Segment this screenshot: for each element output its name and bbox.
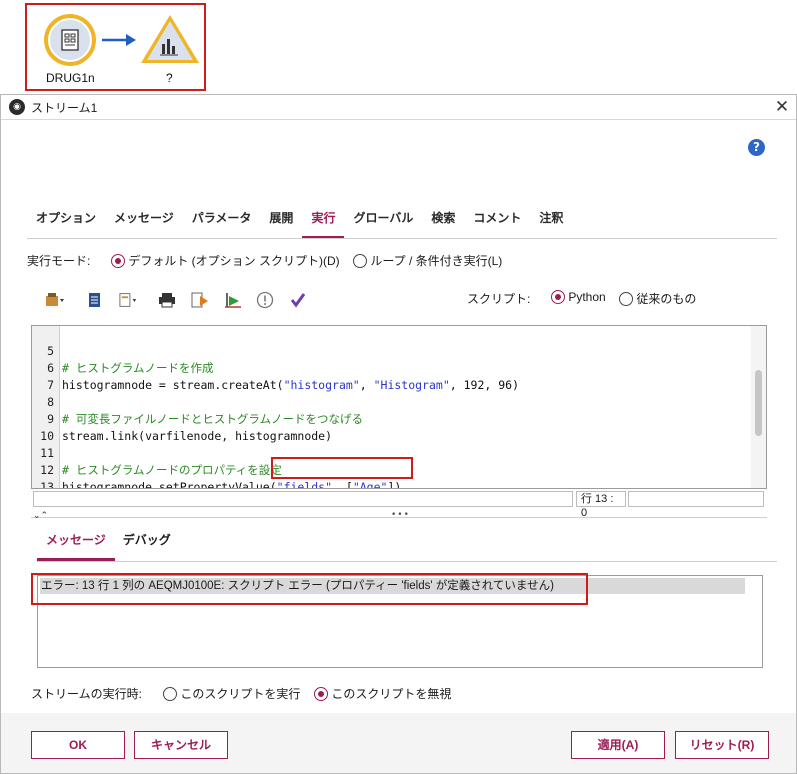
- tab-debug[interactable]: デバッグ: [123, 527, 180, 561]
- exec-default-radio[interactable]: [111, 254, 125, 268]
- print-icon[interactable]: [157, 291, 177, 309]
- import-script-icon[interactable]: [45, 291, 65, 309]
- dialog-title: ストリーム1: [31, 101, 98, 115]
- tab-deploy[interactable]: 展開: [260, 205, 302, 239]
- reset-button[interactable]: リセット(R): [675, 731, 769, 759]
- close-button[interactable]: ✕: [771, 96, 793, 118]
- run-script-label: このスクリプトを実行: [180, 687, 301, 701]
- help-icon[interactable]: ?: [748, 139, 765, 156]
- tab-options[interactable]: オプション: [27, 205, 105, 239]
- tabs-divider: [27, 238, 777, 239]
- exec-default-label: デフォルト (オプション スクリプト)(D): [128, 254, 340, 268]
- tab-comments[interactable]: コメント: [464, 205, 530, 239]
- cursor-position: 行 13 : 0: [576, 491, 626, 519]
- legacy-radio[interactable]: [619, 292, 633, 306]
- tab-messages[interactable]: メッセージ: [105, 205, 183, 239]
- splitter-handle-icon[interactable]: •••: [391, 510, 410, 520]
- stream-exec-ignore-option[interactable]: このスクリプトを無視: [314, 685, 451, 702]
- exec-loop-radio[interactable]: [353, 254, 367, 268]
- stream-exec-label: ストリームの実行時:: [31, 687, 142, 701]
- editor-status-bar: 行 13 : 0: [31, 491, 767, 519]
- export-script-icon[interactable]: [119, 291, 139, 309]
- run-script-icon[interactable]: [223, 291, 243, 309]
- code-line: 9 # 可変長ファイルノードとヒストグラムノードをつなげる: [47, 412, 363, 426]
- status-field-right: [628, 491, 764, 507]
- python-radio[interactable]: [551, 290, 565, 304]
- title-divider: [1, 119, 796, 120]
- stream-exec-run-option[interactable]: このスクリプトを実行: [163, 685, 300, 702]
- script-doc-icon[interactable]: [85, 291, 105, 309]
- python-label: Python: [568, 290, 606, 304]
- message-tabs-divider: [37, 561, 777, 562]
- cancel-button[interactable]: キャンセル: [134, 731, 228, 759]
- status-field: [33, 491, 573, 507]
- check-syntax-icon[interactable]: [288, 291, 308, 309]
- exec-mode-label: 実行モード:: [27, 254, 91, 268]
- script-lang-python-option[interactable]: Python: [551, 290, 606, 304]
- code-line: 11: [40, 446, 54, 460]
- tab-annotations[interactable]: 注釈: [530, 205, 572, 239]
- message-tabs: メッセージ デバッグ: [37, 527, 188, 561]
- collapse-arrows-icon[interactable]: ⌄⌃: [33, 511, 48, 521]
- tab-message-output[interactable]: メッセージ: [37, 527, 115, 561]
- code-highlight-box: [271, 457, 413, 479]
- code-line: 6 # ヒストグラムノードを作成: [47, 361, 214, 375]
- dialog-tabs: オプション メッセージ パラメータ 展開 実行 グローバル 検索 コメント 注釈: [27, 205, 572, 239]
- tab-globals[interactable]: グローバル: [344, 205, 422, 239]
- stop-warning-icon[interactable]: [255, 291, 275, 309]
- editor-scroll-thumb[interactable]: [755, 370, 762, 436]
- ignore-script-radio[interactable]: [314, 687, 328, 701]
- run-selected-icon[interactable]: [190, 291, 210, 309]
- run-script-radio[interactable]: [163, 687, 177, 701]
- app-logo-icon: ◉: [9, 99, 25, 115]
- script-lang-label: スクリプト:: [467, 292, 531, 306]
- tab-search[interactable]: 検索: [422, 205, 464, 239]
- code-line: 7 histogramnode = stream.createAt("histog…: [47, 378, 520, 392]
- tab-parameters[interactable]: パラメータ: [183, 205, 261, 239]
- stream-canvas: DRUG1n ?: [0, 0, 797, 96]
- code-line: 10 stream.link(varfilenode, histogramnode…: [40, 429, 333, 443]
- error-highlight-box: [31, 573, 588, 605]
- nodes-highlight-box: [25, 3, 206, 91]
- apply-button[interactable]: 適用(A): [571, 731, 665, 759]
- code-line: 8: [47, 395, 54, 409]
- exec-mode-default-option[interactable]: デフォルト (オプション スクリプト)(D): [111, 252, 340, 269]
- legacy-label: 従来のもの: [636, 292, 697, 306]
- ok-button[interactable]: OK: [31, 731, 125, 759]
- ignore-script-label: このスクリプトを無視: [331, 687, 452, 701]
- tab-execution[interactable]: 実行: [302, 205, 345, 239]
- code-line: 5: [47, 344, 54, 358]
- stream-properties-dialog: ◉ ストリーム1 ✕ ? オプション メッセージ パラメータ 展開 実行 グロー…: [0, 94, 797, 774]
- exec-loop-label: ループ / 条件付き実行(L): [370, 254, 503, 268]
- exec-mode-loop-option[interactable]: ループ / 条件付き実行(L): [353, 252, 502, 269]
- script-lang-legacy-option[interactable]: 従来のもの: [619, 290, 696, 307]
